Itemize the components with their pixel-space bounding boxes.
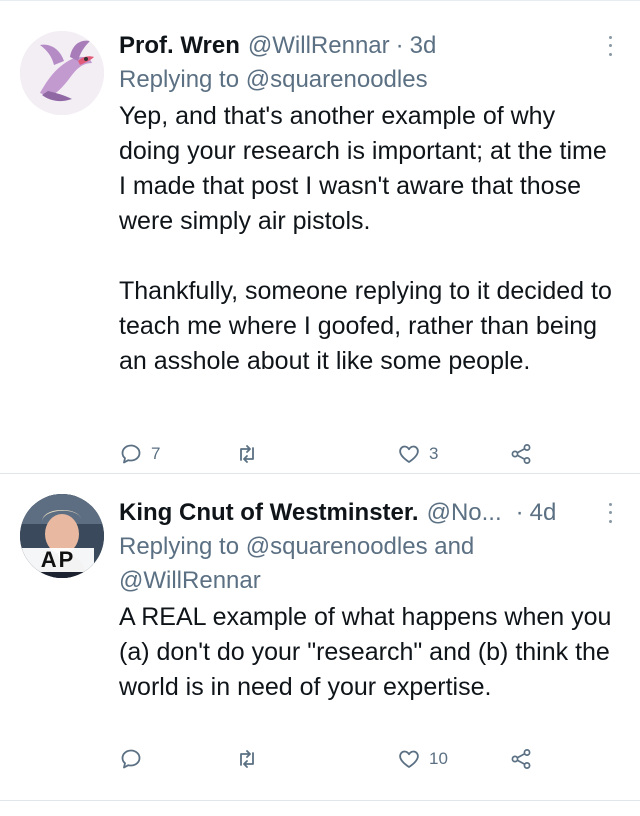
like-button[interactable]: 3 (397, 439, 438, 469)
retweet-icon (240, 445, 254, 463)
tweet-body: Prof. Wren @WillRennar · 3d Replying to … (119, 29, 620, 379)
replying-to: Replying to @squarenoodles (119, 63, 620, 97)
retweet-icon (240, 750, 254, 768)
avatar-overlay: AP (22, 548, 94, 572)
tweet-header: King Cnut of Westminster. @No... · 4d (119, 496, 620, 530)
tweet-1[interactable]: Prof. Wren @WillRennar · 3d Replying to … (0, 0, 640, 473)
author-handle[interactable]: @No... (427, 496, 502, 530)
avatar[interactable] (20, 31, 104, 115)
phoenix-avatar-icon (20, 31, 104, 115)
avatar[interactable]: AP (20, 494, 104, 578)
tweet-paragraph: Thankfully, someone replying to it decid… (119, 277, 612, 375)
share-button[interactable] (509, 744, 533, 774)
replying-to-mention[interactable]: @squarenoodles (246, 66, 428, 93)
reply-count: 7 (151, 444, 161, 463)
share-button[interactable] (509, 439, 533, 469)
author-name[interactable]: Prof. Wren (119, 29, 240, 63)
tweet-actions: 7 3 (119, 439, 620, 469)
author-name[interactable]: King Cnut of Westminster. (119, 496, 419, 530)
tweet-paragraph: A REAL example of what happens when you … (119, 603, 612, 701)
tweet-header: Prof. Wren @WillRennar · 3d (119, 29, 620, 63)
divider (0, 800, 640, 801)
more-options-icon[interactable] (600, 500, 620, 526)
tweet-body: King Cnut of Westminster. @No... · 4d Re… (119, 496, 620, 705)
separator: · (515, 499, 524, 526)
like-count: 3 (429, 444, 439, 463)
share-icon (511, 749, 531, 769)
tweet-text: A REAL example of what happens when you … (119, 600, 620, 705)
reply-button[interactable]: 7 (119, 439, 160, 469)
share-icon (511, 444, 531, 464)
timestamp[interactable]: 4d (530, 496, 557, 530)
separator: · (395, 32, 404, 59)
replying-prefix: Replying to (119, 66, 240, 93)
like-count: 10 (429, 749, 448, 768)
replying-prefix: Replying to (119, 533, 240, 560)
tweet-text: Yep, and that's another example of why d… (119, 99, 620, 379)
reply-icon (121, 444, 141, 464)
tweet-actions: 10 (119, 744, 620, 774)
author-handle[interactable]: @WillRennar (248, 29, 390, 63)
heart-icon (399, 445, 419, 463)
replying-to: Replying to @squarenoodles and @WillRenn… (119, 530, 620, 598)
like-button[interactable]: 10 (397, 744, 448, 774)
reply-icon (121, 749, 141, 769)
reply-button[interactable] (119, 744, 151, 774)
tweet-2[interactable]: AP King Cnut of Westminster. @No... · 4d… (0, 473, 640, 800)
timestamp[interactable]: 3d (410, 29, 437, 63)
retweet-button[interactable] (235, 439, 267, 469)
heart-icon (399, 750, 419, 768)
retweet-button[interactable] (235, 744, 267, 774)
more-options-icon[interactable] (600, 33, 620, 59)
tweet-paragraph: Yep, and that's another example of why d… (119, 102, 607, 235)
